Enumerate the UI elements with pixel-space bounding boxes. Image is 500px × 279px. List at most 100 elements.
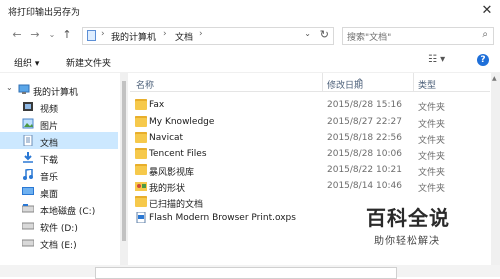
navigation-pane: ⌄ 我的计算机 视频 图片 文档 下载 音乐 桌面 本地磁盘 (C:) 软件 (…	[0, 73, 120, 277]
file-type: 文件夹	[418, 136, 446, 146]
sidebar-item-label: 软件 (D:)	[40, 224, 78, 234]
sidebar-item-label: 文档 (E:)	[40, 241, 77, 251]
help-icon[interactable]: ?	[477, 54, 489, 66]
file-name: 我的形状	[149, 184, 186, 194]
close-icon[interactable]: ✕	[478, 2, 496, 20]
navigation-scrollbar[interactable]	[120, 73, 128, 277]
sidebar-item-desktop[interactable]: 桌面	[0, 183, 118, 200]
sidebar-item-drive-d[interactable]: 软件 (D:)	[0, 217, 118, 234]
file-row[interactable]: Tencent Files 2015/8/28 10:06 文件夹	[130, 146, 490, 162]
sidebar-item-label: 文档	[40, 139, 59, 149]
file-list-scrollbar[interactable]: ▲	[491, 73, 500, 277]
sidebar-item-label: 下载	[40, 156, 59, 166]
picture-icon	[22, 118, 34, 129]
breadcrumb-separator: ›	[163, 29, 167, 39]
column-header-date[interactable]: 修改日期	[327, 78, 363, 91]
pc-icon	[18, 84, 30, 95]
command-bar: 组织 ▾ 新建文件夹 ☷ ▾ ?	[0, 50, 500, 73]
sidebar-item-label: 本地磁盘 (C:)	[40, 207, 96, 217]
shapes-folder-icon	[135, 180, 147, 191]
sidebar-item-my-computer[interactable]: ⌄ 我的计算机	[0, 81, 118, 98]
column-header-row: ^ 名称 修改日期 类型	[130, 73, 490, 92]
search-box[interactable]: 搜索"文档" ⌕	[342, 27, 494, 45]
recent-locations-icon[interactable]: ⌄	[45, 28, 59, 42]
drive-icon	[21, 237, 35, 248]
title-bar: 将打印输出另存为 ✕	[0, 0, 500, 22]
watermark-title: 百科全说	[366, 206, 450, 230]
forward-arrow-icon[interactable]: →	[28, 28, 42, 42]
desktop-icon	[22, 186, 34, 197]
file-name: Fax	[149, 100, 165, 110]
file-type: 文件夹	[418, 103, 446, 113]
folder-icon	[135, 164, 147, 175]
file-name-input[interactable]	[95, 267, 397, 279]
file-row[interactable]: 我的形状 2015/8/14 10:46 文件夹	[130, 178, 490, 194]
window-title: 将打印输出另存为	[8, 8, 81, 18]
column-header-type[interactable]: 类型	[418, 78, 436, 91]
file-name: 已扫描的文档	[149, 200, 204, 210]
file-date: 2015/8/18 22:56	[327, 133, 402, 143]
file-type: 文件夹	[418, 184, 446, 194]
sidebar-item-label: 音乐	[40, 173, 59, 183]
file-date: 2015/8/27 22:27	[327, 117, 402, 127]
organize-button[interactable]: 组织 ▾	[14, 56, 39, 69]
up-arrow-icon[interactable]: ↑	[60, 28, 74, 42]
search-icon[interactable]: ⌕	[482, 29, 488, 40]
watermark: 百科全说 助你轻松解决	[366, 202, 450, 247]
drive-icon	[21, 203, 35, 214]
view-options-icon[interactable]: ☷ ▾	[428, 54, 445, 65]
search-input[interactable]: 搜索"文档"	[347, 30, 391, 43]
file-date: 2015/8/22 10:21	[327, 165, 402, 175]
sidebar-item-documents[interactable]: 文档	[0, 132, 118, 149]
column-divider[interactable]	[322, 73, 323, 91]
scroll-up-arrow-icon[interactable]: ▲	[492, 75, 497, 82]
file-row[interactable]: Navicat 2015/8/18 22:56 文件夹	[130, 130, 490, 146]
folder-icon	[135, 116, 147, 127]
oxps-file-icon	[135, 211, 147, 224]
expand-chevron-icon[interactable]: ⌄	[6, 83, 13, 92]
file-type: 文件夹	[418, 120, 446, 130]
file-row[interactable]: Fax 2015/8/28 15:16 文件夹	[130, 97, 490, 113]
sidebar-item-label: 图片	[40, 122, 59, 132]
video-icon	[22, 101, 34, 112]
file-row[interactable]: 暴风影视库 2015/8/22 10:21 文件夹	[130, 162, 490, 178]
folder-icon	[135, 196, 147, 207]
file-row[interactable]: My Knowledge 2015/8/27 22:27 文件夹	[130, 114, 490, 130]
new-folder-button[interactable]: 新建文件夹	[66, 56, 111, 69]
file-date: 2015/8/28 10:06	[327, 149, 402, 159]
sidebar-item-music[interactable]: 音乐	[0, 166, 118, 183]
music-icon	[22, 168, 34, 180]
document-icon	[22, 134, 34, 147]
sidebar-item-videos[interactable]: 视频	[0, 98, 118, 115]
column-divider[interactable]	[413, 73, 414, 91]
folder-icon	[135, 148, 147, 159]
sidebar-item-drive-c[interactable]: 本地磁盘 (C:)	[0, 200, 118, 217]
back-arrow-icon[interactable]: ←	[10, 28, 24, 42]
folder-icon	[135, 99, 147, 110]
drive-icon	[21, 220, 35, 231]
address-bar[interactable]: › 我的计算机 › 文档 › ⌄ ↻	[82, 27, 334, 45]
file-name-bar	[0, 265, 500, 279]
file-name: Tencent Files	[149, 149, 207, 159]
sidebar-item-drive-e[interactable]: 文档 (E:)	[0, 234, 118, 251]
breadcrumb-documents[interactable]: 文档	[175, 30, 193, 43]
column-header-name[interactable]: 名称	[136, 78, 154, 91]
sidebar-item-downloads[interactable]: 下载	[0, 149, 118, 166]
breadcrumb-my-computer[interactable]: 我的计算机	[111, 30, 156, 43]
location-icon	[87, 30, 96, 41]
scrollbar-thumb[interactable]	[122, 81, 126, 241]
sidebar-item-label: 桌面	[40, 190, 59, 200]
file-name: Navicat	[149, 133, 184, 143]
file-type: 文件夹	[418, 168, 446, 178]
file-date: 2015/8/14 10:46	[327, 181, 402, 191]
watermark-subtitle: 助你轻松解决	[374, 236, 440, 247]
refresh-icon[interactable]: ↻	[320, 28, 329, 41]
breadcrumb-separator: ›	[101, 29, 105, 39]
address-dropdown-icon[interactable]: ⌄	[304, 29, 311, 38]
sidebar-item-pictures[interactable]: 图片	[0, 115, 118, 132]
file-date: 2015/8/28 15:16	[327, 100, 402, 110]
file-name: 暴风影视库	[149, 168, 195, 178]
sidebar-item-label: 我的计算机	[33, 88, 79, 98]
file-name: My Knowledge	[149, 117, 215, 127]
file-name: Flash Modern Browser Print.oxps	[149, 213, 296, 223]
